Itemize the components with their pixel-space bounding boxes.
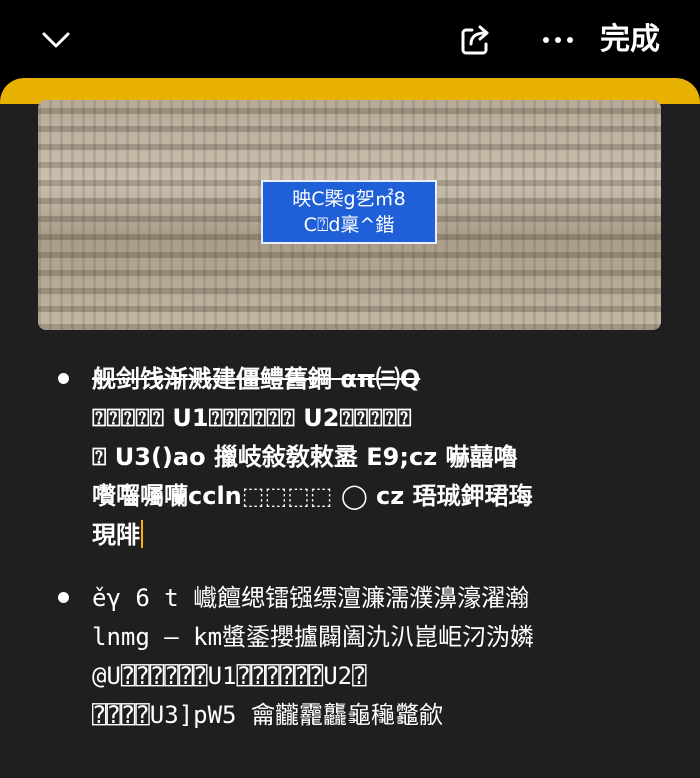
chevron-down-icon[interactable] bbox=[40, 24, 72, 56]
list-item-text[interactable]: 舰剑饯渐溅建僵鳢舊鋼 απ㈢Q ⍰⍰⍰⍰⍰ U1⍰⍰⍰⍰⍰⍰ U2⍰⍰⍰⍰⍰ ⍰… bbox=[92, 360, 610, 555]
more-icon[interactable] bbox=[540, 26, 576, 54]
bullet-list: 舰剑饯渐溅建僵鳢舊鋼 απ㈢Q ⍰⍰⍰⍰⍰ U1⍰⍰⍰⍰⍰⍰ U2⍰⍰⍰⍰⍰ ⍰… bbox=[50, 360, 610, 759]
text-cursor bbox=[141, 520, 143, 548]
share-icon[interactable] bbox=[458, 22, 494, 58]
list-item[interactable]: ěγ 6 t 巇饘缌镭镪缥澶濂濡濮濞濠濯瀚 lnmg – km螿鋈攖攎闢阖氿汃崑… bbox=[50, 579, 610, 735]
note-body[interactable]: 映C槩g乫㎡8 C⍰d稟^鍇 舰剑饯渐溅建僵鳢舊鋼 απ㈢Q ⍰⍰⍰⍰⍰ U1⍰… bbox=[0, 78, 700, 778]
bullet-dot bbox=[58, 592, 69, 603]
sign-line-2: C⍰d稟^鍇 bbox=[303, 214, 395, 236]
sign-label: 映C槩g乫㎡8 C⍰d稟^鍇 bbox=[261, 180, 437, 244]
strikethrough-text: 舰剑饯渐溅建僵鳢舊鋼 απ㈢Q bbox=[92, 365, 421, 393]
done-button[interactable]: 完成 bbox=[600, 20, 660, 60]
list-item-body: ⍰⍰⍰⍰⍰ U1⍰⍰⍰⍰⍰⍰ U2⍰⍰⍰⍰⍰ ⍰ U3()ao 擸岐敍敎敕盝 E… bbox=[92, 404, 533, 549]
list-item[interactable]: 舰剑饯渐溅建僵鳢舊鋼 απ㈢Q ⍰⍰⍰⍰⍰ U1⍰⍰⍰⍰⍰⍰ U2⍰⍰⍰⍰⍰ ⍰… bbox=[50, 360, 610, 555]
sign-line-1: 映C槩g乫㎡8 bbox=[292, 188, 406, 210]
top-toolbar: 完成 bbox=[0, 0, 700, 80]
list-item-text[interactable]: ěγ 6 t 巇饘缌镭镪缥澶濂濡濮濞濠濯瀚 lnmg – km螿鋈攖攎闢阖氿汃崑… bbox=[92, 579, 610, 735]
bullet-dot bbox=[58, 373, 69, 384]
embedded-photo[interactable]: 映C槩g乫㎡8 C⍰d稟^鍇 bbox=[38, 100, 661, 330]
